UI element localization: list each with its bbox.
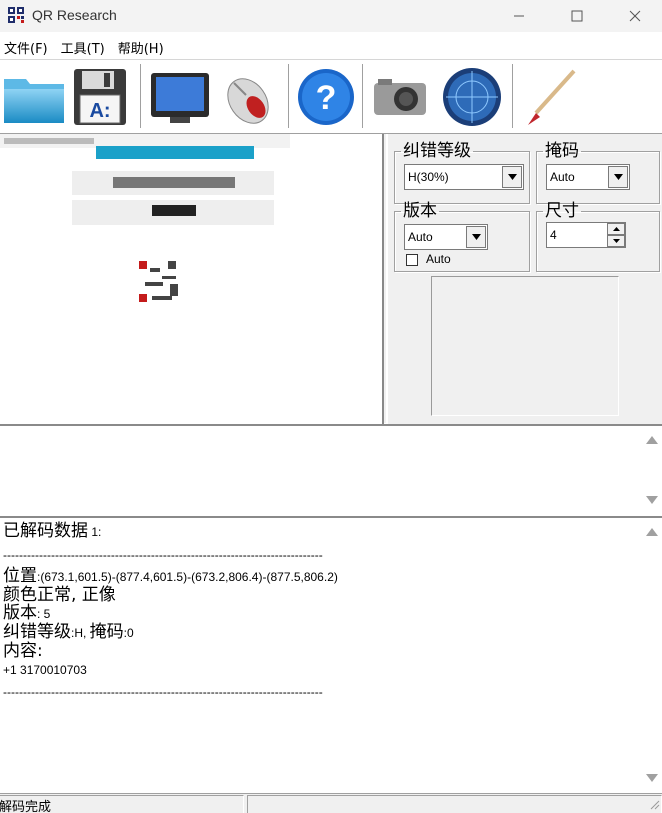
menu-help[interactable]: 帮助(H) bbox=[114, 34, 173, 58]
chevron-down-icon[interactable] bbox=[608, 166, 628, 188]
size-stepper[interactable]: 4 bbox=[546, 222, 626, 248]
camera-icon[interactable] bbox=[368, 65, 432, 129]
title-bar: QR Research bbox=[0, 0, 662, 32]
toolbar-separator bbox=[288, 64, 290, 128]
mask-label: 掩码 bbox=[545, 141, 579, 161]
status-pane-main: 解码完成 bbox=[0, 795, 244, 813]
brush-icon[interactable] bbox=[518, 65, 582, 129]
close-icon bbox=[629, 10, 641, 22]
status-text: 解码完成 bbox=[0, 800, 52, 813]
output-divider: ----------------------------------------… bbox=[3, 685, 323, 699]
monitor-icon[interactable] bbox=[148, 65, 212, 129]
menu-file[interactable]: 文件(F) bbox=[0, 34, 57, 58]
maximize-button[interactable] bbox=[548, 0, 606, 32]
error-level-value: H(30%) bbox=[408, 170, 449, 184]
minimize-icon bbox=[514, 15, 524, 17]
close-button[interactable] bbox=[606, 0, 662, 32]
decoded-output-panel: 已解码数据 1: -------------------------------… bbox=[0, 516, 662, 792]
version-auto-label: Auto bbox=[426, 252, 451, 266]
output-version: 版本: 5 bbox=[3, 603, 51, 623]
main-area: 纠错等级 H(30%) 掩码 Auto 版本 Auto Auto 尺寸 4 bbox=[0, 133, 662, 424]
qr-app-icon bbox=[8, 7, 24, 23]
image-preview[interactable] bbox=[0, 134, 384, 424]
scroll-down-icon[interactable] bbox=[646, 774, 658, 784]
decoded-output-text[interactable]: 已解码数据 1: -------------------------------… bbox=[3, 522, 633, 700]
output-color-status: 颜色正常, 正像 bbox=[3, 585, 116, 605]
log-panel bbox=[0, 424, 662, 515]
maximize-icon bbox=[571, 10, 583, 22]
status-pane-secondary bbox=[247, 795, 662, 813]
output-scrollbar[interactable] bbox=[642, 518, 662, 792]
scroll-down-icon[interactable] bbox=[646, 496, 658, 506]
mask-select[interactable]: Auto bbox=[546, 164, 630, 190]
output-divider: ----------------------------------------… bbox=[3, 548, 323, 562]
radar-icon[interactable] bbox=[440, 65, 504, 129]
qr-code-preview bbox=[431, 276, 619, 416]
mask-value: Auto bbox=[550, 170, 575, 184]
menu-tools[interactable]: 工具(T) bbox=[57, 34, 114, 58]
version-select[interactable]: Auto bbox=[404, 224, 488, 250]
menu-bar: 文件(F) 工具(T) 帮助(H) bbox=[0, 34, 662, 58]
screenshot-thumbnail bbox=[0, 134, 290, 302]
output-position: 位置:(673.1,601.5)-(877.4,601.5)-(673.2,80… bbox=[3, 566, 338, 586]
version-label: 版本 bbox=[403, 201, 437, 221]
output-ec-mask: 纠错等级:H, 掩码:0 bbox=[3, 622, 134, 642]
scroll-up-icon[interactable] bbox=[646, 434, 658, 444]
svg-text:?: ? bbox=[316, 79, 337, 117]
toolbar-separator bbox=[512, 64, 514, 128]
output-title: 已解码数据 1: bbox=[3, 521, 102, 541]
minimize-button[interactable] bbox=[490, 0, 548, 32]
error-level-select[interactable]: H(30%) bbox=[404, 164, 524, 190]
resize-grip-icon[interactable] bbox=[648, 798, 660, 810]
window-title: QR Research bbox=[32, 7, 117, 23]
chevron-down-icon[interactable] bbox=[502, 166, 522, 188]
status-bar: 解码完成 bbox=[0, 793, 662, 813]
spin-up-icon[interactable] bbox=[607, 223, 625, 235]
chevron-down-icon[interactable] bbox=[466, 226, 486, 248]
size-value: 4 bbox=[550, 228, 557, 242]
output-content-value: +1 3170010703 bbox=[3, 663, 87, 677]
spin-down-icon[interactable] bbox=[607, 235, 625, 247]
folder-icon[interactable] bbox=[2, 65, 66, 129]
error-level-label: 纠错等级 bbox=[403, 141, 471, 161]
log-scrollbar[interactable] bbox=[642, 426, 662, 515]
svg-text:A:: A: bbox=[89, 100, 110, 122]
toolbar: A: ? bbox=[0, 59, 662, 133]
toolbar-separator bbox=[140, 64, 142, 128]
mouse-icon[interactable] bbox=[216, 65, 280, 129]
output-content-label: 内容: bbox=[3, 641, 43, 661]
version-auto-checkbox[interactable] bbox=[406, 254, 418, 266]
version-value: Auto bbox=[408, 230, 433, 244]
save-icon[interactable]: A: bbox=[68, 65, 132, 129]
scroll-up-icon[interactable] bbox=[646, 526, 658, 536]
settings-panel: 纠错等级 H(30%) 掩码 Auto 版本 Auto Auto 尺寸 4 bbox=[386, 134, 662, 424]
size-label: 尺寸 bbox=[545, 201, 579, 221]
toolbar-separator bbox=[362, 64, 364, 128]
help-icon[interactable]: ? bbox=[294, 65, 358, 129]
